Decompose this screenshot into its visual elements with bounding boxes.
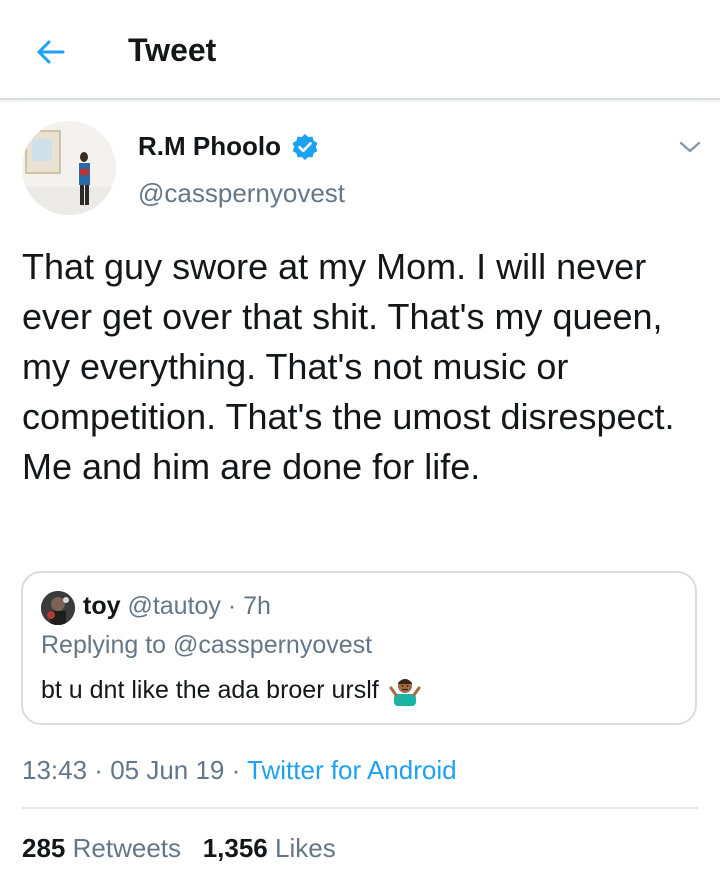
author-name[interactable]: R.M Phoolo <box>138 130 281 162</box>
retweets-stat[interactable]: 285 Retweets <box>22 833 188 863</box>
quoted-separator: · <box>220 592 244 620</box>
tweet-options-button[interactable] <box>676 135 704 159</box>
retweets-count: 285 <box>22 833 66 863</box>
tweet-stats: 285 Retweets 1,356 Likes <box>22 831 336 865</box>
verified-badge-icon <box>292 134 318 160</box>
likes-count: 1,356 <box>202 833 268 863</box>
page-title: Tweet <box>128 32 217 68</box>
top-bar: Tweet <box>0 0 720 100</box>
author-avatar[interactable] <box>22 121 116 215</box>
likes-stat[interactable]: 1,356 Likes <box>203 833 336 863</box>
meta-separator: · <box>87 755 111 785</box>
avatar-image <box>22 121 116 215</box>
tweet-meta: 13:43 · 05 Jun 19 · Twitter for Android <box>22 753 457 787</box>
back-button[interactable] <box>30 32 70 72</box>
quoted-tweet-body: bt u dnt like the ada broer urslf <box>41 674 421 706</box>
meta-separator-2: · <box>224 755 248 785</box>
quoted-tweet-header: toy @tautoy · 7h <box>83 590 271 622</box>
chevron-down-icon <box>679 141 701 153</box>
quoted-author-handle: @tautoy <box>127 592 221 620</box>
quoted-replying-to: Replying to @casspernyovest <box>41 631 373 659</box>
quoted-author-name: toy <box>83 592 121 620</box>
tweet-text: That guy swore at my Mom. I will never e… <box>22 246 675 487</box>
person-shrugging-emoji-icon <box>389 679 421 706</box>
tweet-source-link[interactable]: Twitter for Android <box>247 755 457 785</box>
quoted-author-avatar <box>41 591 75 625</box>
quoted-tweet-age: 7h <box>243 592 271 620</box>
tweet-time: 13:43 <box>22 755 88 785</box>
likes-label: Likes <box>275 833 336 863</box>
quoted-tweet-text: bt u dnt like the ada broer urslf <box>41 676 379 704</box>
arrow-left-icon <box>37 40 65 64</box>
quoted-avatar-image <box>41 591 75 625</box>
retweets-label: Retweets <box>72 833 182 863</box>
divider <box>22 807 698 809</box>
quoted-tweet-card[interactable]: toy @tautoy · 7h Replying to @casspernyo… <box>21 571 697 725</box>
author-handle[interactable]: @casspernyovest <box>138 177 345 209</box>
tweet-date: 05 Jun 19 <box>110 755 225 785</box>
